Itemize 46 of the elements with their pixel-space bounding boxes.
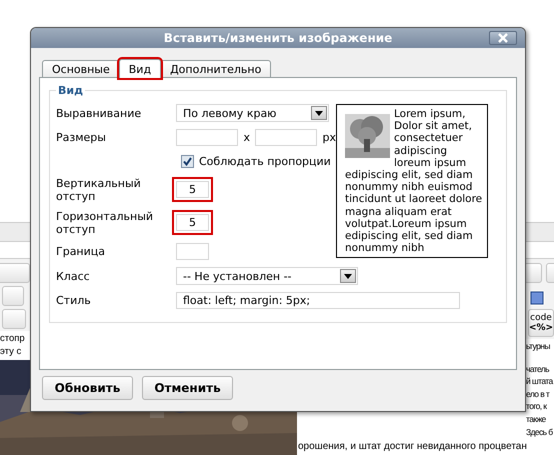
field-label: Стиль [56, 294, 92, 306]
unit-label: px [322, 130, 336, 144]
editor-text: чатель [526, 362, 549, 375]
style-field[interactable]: float: left; margin: 5px; [176, 292, 460, 308]
field-label: Размеры [56, 130, 107, 144]
tab[interactable]: Вид [118, 59, 162, 78]
tab[interactable]: Дополнительно [160, 60, 272, 77]
field-label: Выравнивание [56, 106, 142, 120]
editor-text: й штата [526, 375, 553, 388]
close-icon [498, 33, 508, 43]
close-button[interactable] [489, 31, 517, 45]
square-icon [530, 291, 544, 305]
editor-text: эту с [0, 346, 22, 358]
editor-text: стопр [0, 333, 25, 345]
caret-icon [315, 110, 323, 116]
times-sign: x [243, 130, 250, 144]
select-field[interactable]: По левому краю [176, 104, 329, 122]
width-field[interactable] [176, 128, 238, 146]
editor-text: ело в т [526, 388, 550, 400]
section-legend: Вид [56, 84, 85, 97]
window-title: Вставить/изменить изображение [164, 31, 392, 45]
tab[interactable]: Основные [42, 60, 120, 77]
dropdown-button[interactable] [340, 269, 356, 283]
editor-text: Здесь б [526, 426, 553, 438]
editor-text: того, к [526, 400, 546, 412]
check-icon [183, 156, 192, 166]
field-label: Граница [56, 245, 106, 258]
field-label: Вертикальный отступ [56, 176, 142, 202]
select-field[interactable]: -- Не установлен -- [176, 267, 358, 285]
caret-icon [344, 274, 352, 278]
checkbox-label: Соблюдать пропорции [199, 154, 331, 168]
input-field[interactable]: 5 [172, 177, 213, 202]
field-label: Горизонтальный отступ [56, 210, 154, 236]
dialog-button[interactable]: Отменить [142, 376, 233, 400]
dropdown-button[interactable] [311, 106, 327, 120]
code-button[interactable]: code <%> [528, 309, 554, 337]
preview-text: Lorem ipsum, Dolor sit amet, consectetuer adipiscing loreum ipsum [394, 108, 473, 170]
editor-text: также [526, 413, 546, 425]
field-label: Класс [56, 270, 91, 282]
editor-text: орошения, и штат достиг невиданного процветан [298, 441, 527, 453]
dialog-button[interactable]: Обновить [42, 376, 133, 400]
input-field[interactable]: 5 [172, 210, 213, 235]
preview-text: edipiscing elit, sed diam nonummy nibh euismod tincidunt ut laoreet dolore magna aliquam erat volutpat.Loreum ipsum edipiscing elit, sed diam nonummy nibh [345, 169, 484, 254]
height-field[interactable] [255, 128, 318, 146]
editor-text: ьтурны [526, 340, 550, 352]
checkbox[interactable] [181, 154, 194, 168]
